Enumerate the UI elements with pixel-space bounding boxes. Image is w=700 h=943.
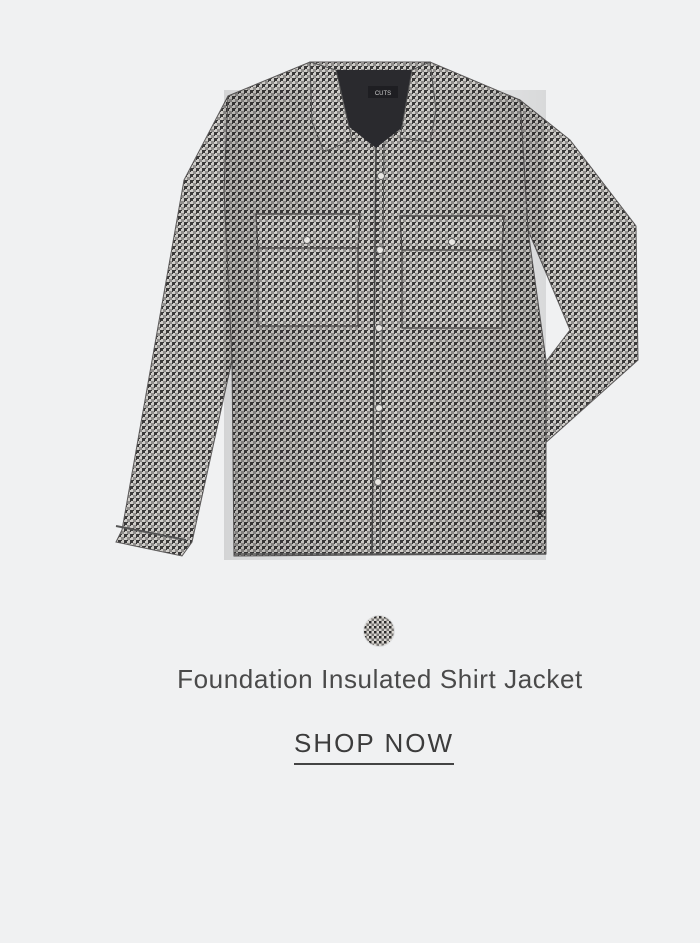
brand-tag: CUTS <box>375 91 391 97</box>
left-sleeve <box>115 95 233 557</box>
shop-now-link[interactable]: SHOP NOW <box>294 728 454 765</box>
product-image[interactable]: CUTS × <box>100 30 660 580</box>
product-title[interactable]: Foundation Insulated Shirt Jacket <box>0 664 700 695</box>
product-card[interactable]: CUTS × Foundation Insulated Shirt Jacket… <box>0 0 700 943</box>
houndstooth-swatch-icon <box>364 616 394 646</box>
svg-text:×: × <box>534 506 546 522</box>
color-swatch[interactable] <box>364 616 394 646</box>
